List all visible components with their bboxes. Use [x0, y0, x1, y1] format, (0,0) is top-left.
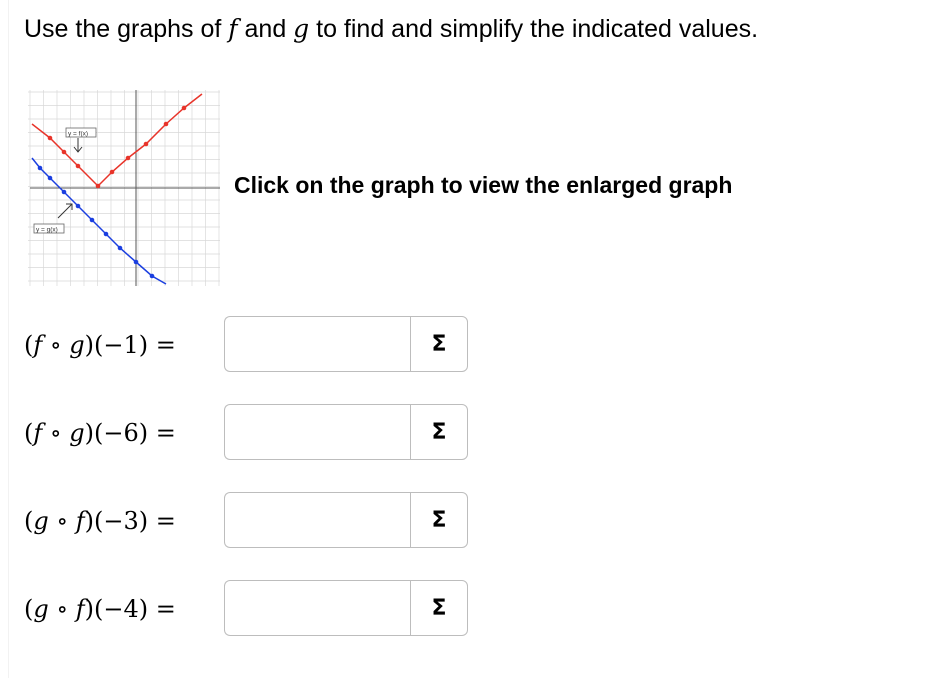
instruction-part2: and	[237, 15, 294, 43]
graph-point-g	[103, 231, 109, 237]
answer-input-1[interactable]	[224, 316, 410, 372]
graph-svg[interactable]: y = f(x) y = g(x)	[28, 90, 220, 286]
sigma-button-1[interactable]: Σ	[410, 316, 468, 372]
graph-point-f	[47, 135, 53, 141]
graph-point-g	[37, 165, 43, 171]
graph-point-f	[181, 105, 187, 111]
graph-point-f	[163, 121, 169, 127]
graph-point-f	[143, 141, 149, 147]
graph-point-f	[125, 155, 131, 161]
question-expression-4: (g ∘ f)(−4) =	[24, 595, 176, 623]
instruction-part3: to find and simplify the indicated value…	[309, 15, 759, 43]
graph-point-g	[133, 259, 139, 265]
question-row-3: (g ∘ f)(−3) = Σ	[24, 492, 484, 552]
instruction-part1: Use the graphs of	[24, 15, 229, 43]
graph-points-f	[47, 105, 187, 189]
graph-point-g	[47, 175, 53, 181]
graph-point-g	[75, 203, 81, 209]
instruction-f-var: f	[228, 14, 238, 43]
graph-point-f	[95, 183, 101, 189]
left-border	[8, 0, 9, 678]
graph-point-g	[61, 189, 67, 195]
sigma-button-2[interactable]: Σ	[410, 404, 468, 460]
question-row-2: (f ∘ g)(−6) = Σ	[24, 404, 484, 464]
sigma-button-4[interactable]: Σ	[410, 580, 468, 636]
graph-point-g	[149, 273, 155, 279]
label-g-text: y = g(x)	[36, 227, 58, 234]
question-expression-3: (g ∘ f)(−3) =	[24, 507, 176, 535]
sigma-button-3[interactable]: Σ	[410, 492, 468, 548]
question-row-1: (f ∘ g)(−1) = Σ	[24, 316, 484, 376]
graph-point-g	[117, 245, 123, 251]
graph-point-f	[61, 149, 67, 155]
question-row-4: (g ∘ f)(−4) = Σ	[24, 580, 484, 640]
instruction-g-var: g	[293, 14, 310, 43]
enlarge-graph-link[interactable]: Click on the graph to view the enlarged …	[234, 170, 732, 200]
instruction-text: Use the graphs of f and g to find and si…	[24, 12, 758, 46]
graph-line-f	[31, 93, 203, 188]
answer-input-4[interactable]	[224, 580, 410, 636]
graph-thumbnail[interactable]: y = f(x) y = g(x)	[28, 90, 220, 286]
answer-input-3[interactable]	[224, 492, 410, 548]
arrow-g-icon	[57, 203, 73, 219]
answer-input-2[interactable]	[224, 404, 410, 460]
question-expression-2: (f ∘ g)(−6) =	[24, 419, 176, 447]
question-expression-1: (f ∘ g)(−1) =	[24, 331, 176, 359]
graph-line-g	[31, 157, 167, 285]
graph-point-g	[89, 217, 95, 223]
label-f-text: y = f(x)	[68, 131, 88, 138]
graph-point-f	[109, 169, 115, 175]
graph-point-f	[75, 163, 81, 169]
